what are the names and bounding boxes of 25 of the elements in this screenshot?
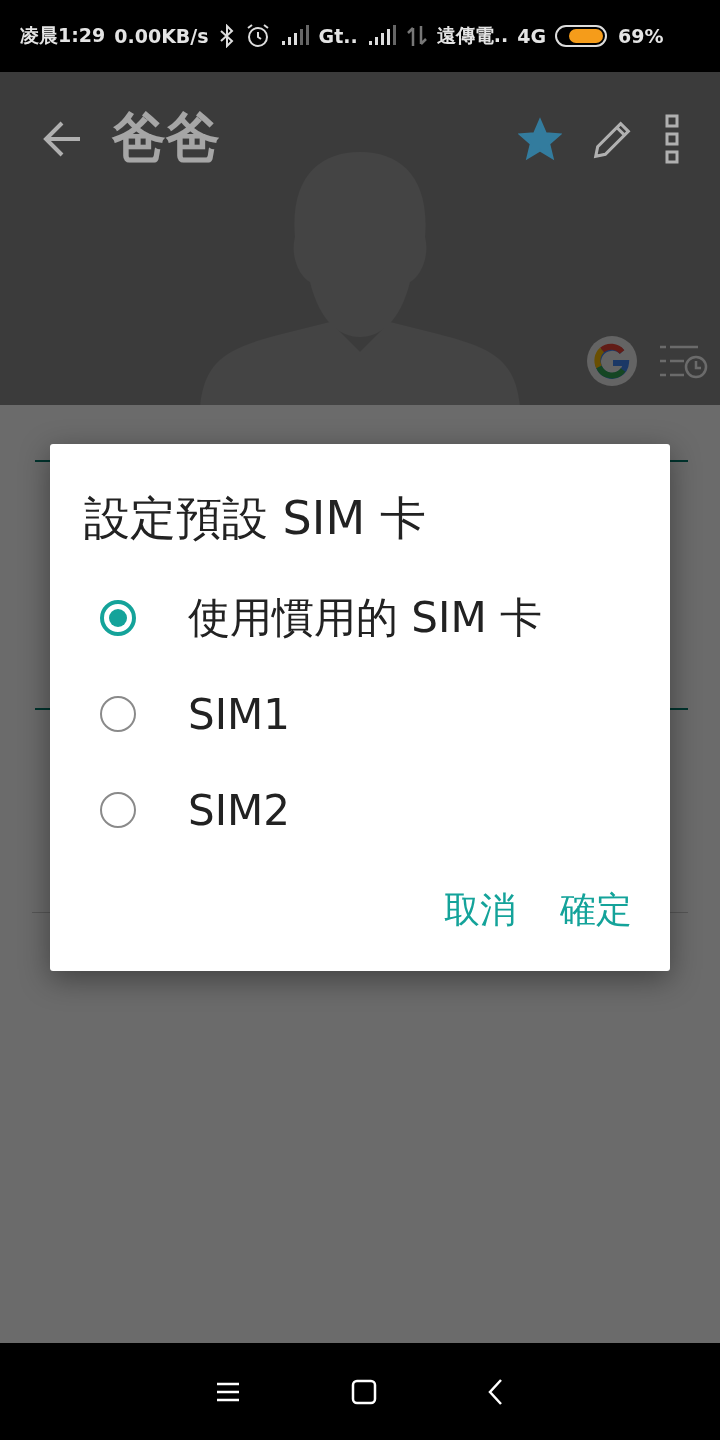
signal-icon <box>366 25 397 47</box>
dialog-title: 設定預設 SIM 卡 <box>84 490 427 547</box>
carrier-name: 遠傳電.. <box>436 23 509 48</box>
network-type: 4G <box>517 25 546 47</box>
google-logo-icon <box>586 335 638 387</box>
network-speed: 0.00KB/s <box>114 25 209 47</box>
battery-icon <box>555 24 609 48</box>
star-icon[interactable] <box>518 116 562 161</box>
radio-button[interactable] <box>100 600 136 636</box>
menu-icon[interactable] <box>215 1380 241 1403</box>
data-arrows-icon <box>405 24 428 48</box>
sim-option[interactable]: 使用慣用的 SIM 卡 <box>84 570 670 666</box>
home-square-icon[interactable] <box>351 1378 377 1405</box>
carrier-name: Gt.. <box>318 25 358 47</box>
radio-button[interactable] <box>100 792 136 828</box>
battery-percent: 69% <box>618 25 664 47</box>
history-list-icon <box>658 343 708 379</box>
sim-option[interactable]: SIM1 <box>84 666 670 762</box>
signal-icon <box>279 25 310 47</box>
sim-option[interactable]: SIM2 <box>84 762 670 858</box>
status-time: 凌晨1:29 <box>20 23 106 48</box>
more-options-icon[interactable] <box>664 112 680 165</box>
contact-name: 爸爸 <box>112 105 221 171</box>
back-icon[interactable] <box>487 1377 505 1406</box>
radio-button[interactable] <box>100 696 136 732</box>
